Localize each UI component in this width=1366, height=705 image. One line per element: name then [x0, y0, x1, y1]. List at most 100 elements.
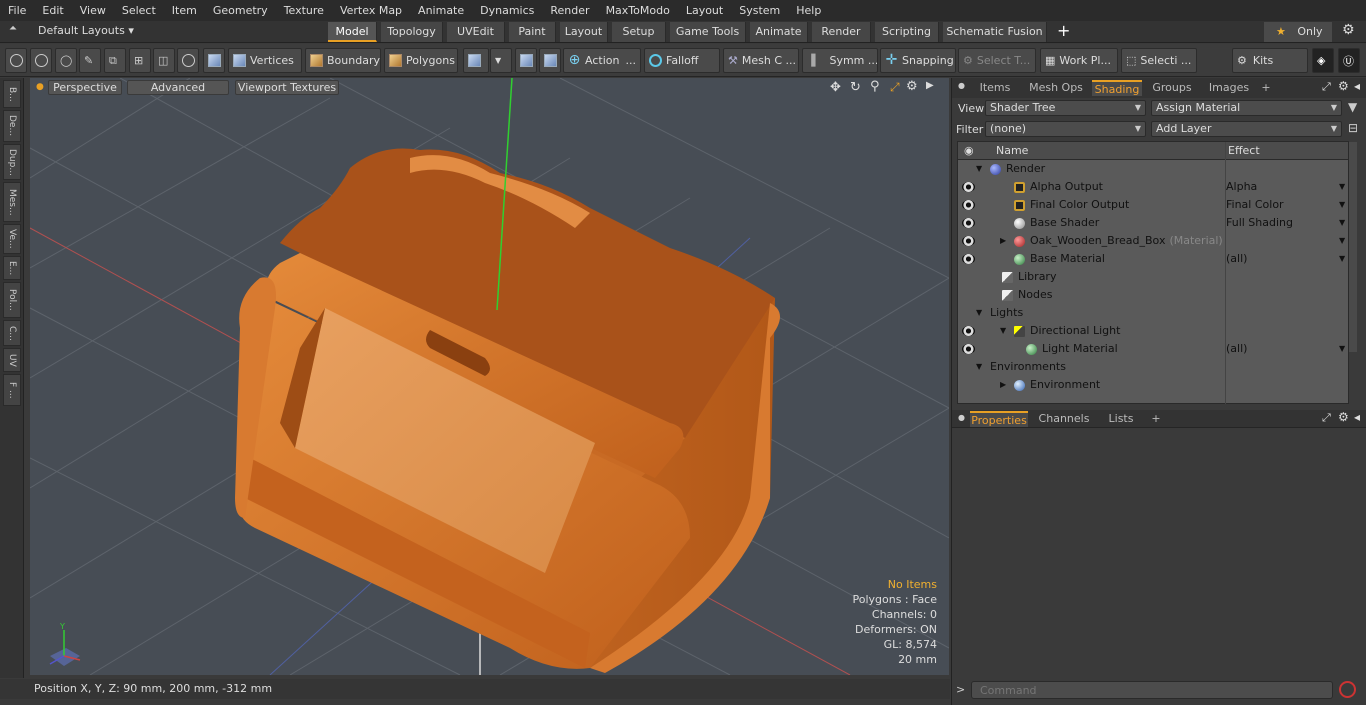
- symmetry-button[interactable]: ▐ Symm ...: [802, 48, 878, 73]
- kits-button[interactable]: ⚙ Kits: [1232, 48, 1308, 73]
- menu-edit[interactable]: Edit: [34, 0, 71, 21]
- tree-row-effect[interactable]: (all): [1226, 340, 1247, 358]
- eye-icon[interactable]: [962, 200, 975, 210]
- tree-row[interactable]: Nodes: [958, 286, 1348, 304]
- viewport-settings-icon[interactable]: ⚙: [906, 79, 918, 94]
- menu-select[interactable]: Select: [114, 0, 164, 21]
- props-gear-icon[interactable]: ⚙: [1338, 410, 1349, 424]
- transform-button[interactable]: ⧉: [104, 48, 126, 73]
- layout-preset-dropdown[interactable]: Default Layouts ▾: [38, 24, 134, 37]
- layout-tab-schematic-fusion[interactable]: Schematic Fusion: [943, 22, 1047, 42]
- left-tab-9[interactable]: F ...: [3, 374, 21, 406]
- panel-tab-images[interactable]: Images: [1204, 80, 1254, 96]
- props-tab-lists[interactable]: Lists: [1102, 411, 1140, 427]
- left-tab-3[interactable]: Mes...: [3, 182, 21, 222]
- only-button[interactable]: ★ Only: [1264, 22, 1332, 42]
- layout-tab-game-tools[interactable]: Game Tools: [670, 22, 746, 42]
- layout-tab-render[interactable]: Render: [812, 22, 871, 42]
- panel-tab-items[interactable]: Items: [970, 80, 1020, 96]
- menu-view[interactable]: View: [72, 0, 114, 21]
- left-tab-0[interactable]: B...: [3, 80, 21, 108]
- viewport-textures-button[interactable]: Viewport Textures: [235, 80, 339, 95]
- tree-row[interactable]: ▼ Render: [958, 160, 1348, 178]
- view-select[interactable]: Shader Tree ▼: [985, 100, 1146, 116]
- 3d-viewport[interactable]: Y No Items Polygons : Face Channels: 0 D…: [30, 78, 949, 675]
- symmetry-x-button[interactable]: [515, 48, 537, 73]
- tree-row[interactable]: ▼ Lights: [958, 304, 1348, 322]
- menu-file[interactable]: File: [0, 0, 34, 21]
- chevron-down-icon[interactable]: ▼: [976, 160, 982, 178]
- work-plane-button[interactable]: ▦ Work Pl...: [1040, 48, 1118, 73]
- selection-sets-button[interactable]: ⬚ Selecti ...: [1121, 48, 1197, 73]
- props-dot-icon[interactable]: ●: [958, 413, 965, 422]
- props-menu-icon[interactable]: ◂: [1354, 410, 1360, 424]
- menu-help[interactable]: Help: [788, 0, 829, 21]
- eye-icon[interactable]: [962, 182, 975, 192]
- viewport-menu-dot[interactable]: ●: [36, 82, 44, 92]
- left-tab-8[interactable]: UV: [3, 348, 21, 372]
- chevron-down-icon[interactable]: ▼: [976, 304, 982, 322]
- tree-row[interactable]: ▼ Directional Light: [958, 322, 1348, 340]
- left-tab-2[interactable]: Dup...: [3, 144, 21, 180]
- falloff-button[interactable]: Falloff: [644, 48, 720, 73]
- command-input[interactable]: [971, 681, 1333, 699]
- vertices-button[interactable]: Vertices: [228, 48, 302, 73]
- props-maximize-icon[interactable]: ⤢: [1322, 411, 1331, 425]
- polygons-button[interactable]: Polygons: [384, 48, 458, 73]
- left-tab-6[interactable]: Pol...: [3, 282, 21, 318]
- layout-tab-layout[interactable]: Layout: [560, 22, 608, 42]
- item-mode-button[interactable]: [203, 48, 225, 73]
- material-mode-button[interactable]: [463, 48, 489, 73]
- left-tab-4[interactable]: Ve...: [3, 224, 21, 254]
- left-tab-1[interactable]: De...: [3, 110, 21, 142]
- tree-row[interactable]: ▶ Oak_Wooden_Bread_Box (Material) ▼: [958, 232, 1348, 250]
- mode-dropdown-button[interactable]: ▼: [490, 48, 512, 73]
- chevron-down-icon[interactable]: ▼: [1000, 322, 1006, 340]
- tree-row[interactable]: ▼ Environments: [958, 358, 1348, 376]
- layout-tab-topology[interactable]: Topology: [381, 22, 443, 42]
- unity-button[interactable]: ◈: [1312, 48, 1334, 73]
- tree-row[interactable]: Final Color Output Final Color ▼: [958, 196, 1348, 214]
- gear-icon[interactable]: ⚙: [1342, 22, 1355, 38]
- add-layout-button[interactable]: +: [1057, 21, 1070, 41]
- panel-gear-icon[interactable]: ⚙: [1338, 79, 1349, 93]
- menu-item[interactable]: Item: [164, 0, 205, 21]
- action-center-button[interactable]: ⊕ Action...: [563, 48, 641, 73]
- tree-row-effect[interactable]: Full Shading: [1226, 214, 1293, 232]
- maximize-icon[interactable]: ⤢: [890, 80, 900, 95]
- layer-options-icon[interactable]: ⊟: [1348, 121, 1358, 135]
- tree-row[interactable]: Alpha Output Alpha ▼: [958, 178, 1348, 196]
- menu-render[interactable]: Render: [542, 0, 597, 21]
- zoom-icon[interactable]: ⚲: [870, 79, 880, 94]
- layout-tab-animate[interactable]: Animate: [750, 22, 808, 42]
- props-tab-add[interactable]: +: [1150, 411, 1162, 427]
- select-circle-button[interactable]: [5, 48, 27, 73]
- eye-icon[interactable]: [962, 254, 975, 264]
- effect-dropdown-icon[interactable]: ▼: [1339, 196, 1345, 214]
- tree-row[interactable]: Library: [958, 268, 1348, 286]
- name-column-header[interactable]: Name: [996, 142, 1028, 160]
- menu-dynamics[interactable]: Dynamics: [472, 0, 542, 21]
- select-through-button[interactable]: ⚙ Select T...: [958, 48, 1036, 73]
- tree-row[interactable]: Light Material (all) ▼: [958, 340, 1348, 358]
- filter-icon[interactable]: ▼: [1348, 100, 1357, 114]
- menu-geometry[interactable]: Geometry: [205, 0, 276, 21]
- mesh-constraint-button[interactable]: ⚒ Mesh C ...: [723, 48, 799, 73]
- chevron-right-icon[interactable]: ▶: [1000, 232, 1006, 250]
- scale-button[interactable]: ◫: [153, 48, 175, 73]
- rotate-button[interactable]: ⊞: [129, 48, 151, 73]
- tree-row-effect[interactable]: (all): [1226, 250, 1247, 268]
- tree-row-effect[interactable]: Final Color: [1226, 196, 1284, 214]
- panel-tab-add[interactable]: +: [1260, 80, 1272, 96]
- layout-tab-scripting[interactable]: Scripting: [875, 22, 939, 42]
- unreal-button[interactable]: Ⓤ: [1338, 48, 1360, 73]
- symmetry-y-button[interactable]: [539, 48, 561, 73]
- snapping-button[interactable]: ✛ Snapping: [880, 48, 956, 73]
- view-mode-button[interactable]: Perspective: [48, 80, 122, 95]
- paint-select-button[interactable]: ✎: [79, 48, 101, 73]
- left-tab-7[interactable]: C...: [3, 320, 21, 346]
- effect-dropdown-icon[interactable]: ▼: [1339, 214, 1345, 232]
- shading-mode-button[interactable]: Advanced: [127, 80, 229, 95]
- globe-button[interactable]: [30, 48, 52, 73]
- effect-column-header[interactable]: Effect: [1228, 142, 1260, 160]
